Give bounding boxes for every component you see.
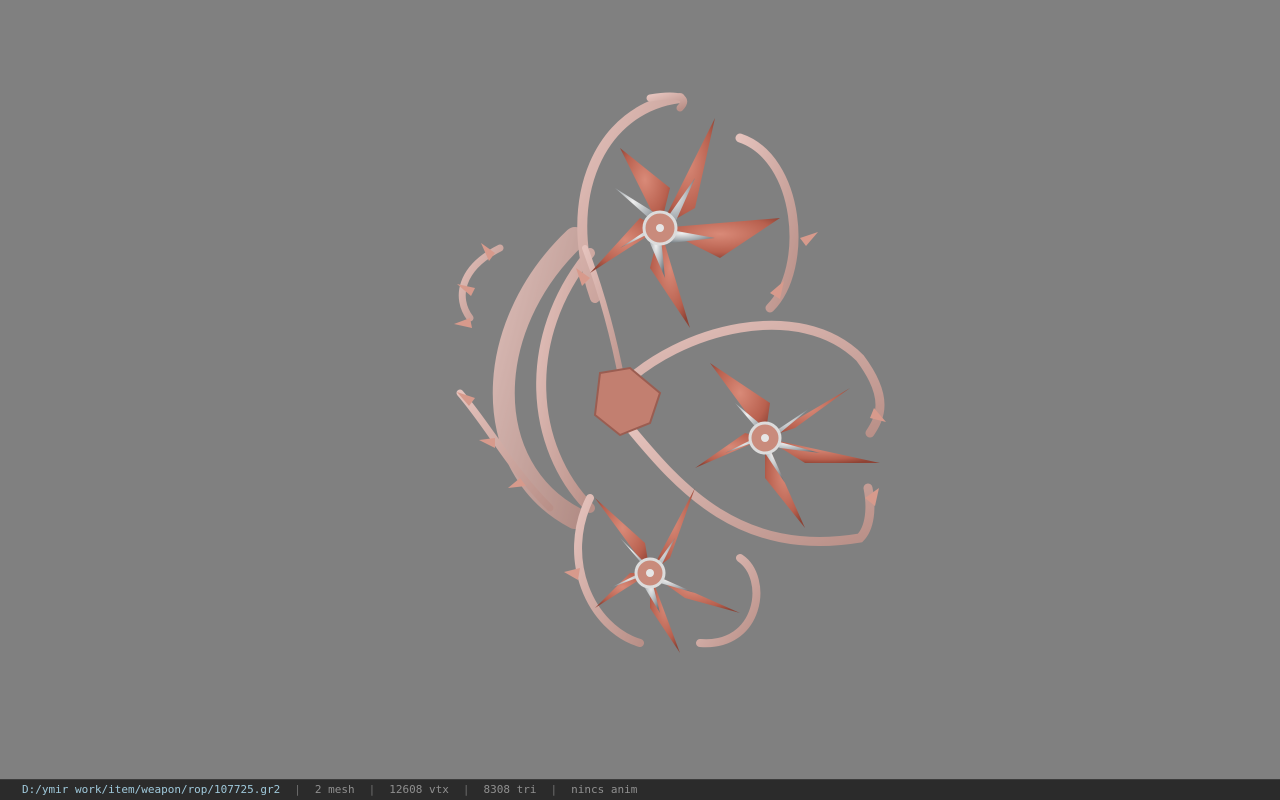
file-path: D:/ymir work/item/weapon/rop/107725.gr2 — [22, 783, 281, 796]
status-bar: D:/ymir work/item/weapon/rop/107725.gr2 |… — [0, 779, 1280, 800]
flower-right — [695, 363, 880, 528]
separator: | — [550, 783, 558, 796]
separator: | — [294, 783, 301, 796]
vertex-count: 12608 vtx — [389, 783, 449, 796]
center-bud — [593, 366, 662, 437]
model-render — [454, 92, 886, 653]
triangle-count: 8308 tri — [483, 783, 537, 796]
flower-top — [590, 118, 780, 328]
mesh-count: 2 mesh — [314, 783, 355, 796]
separator: | — [368, 783, 376, 796]
animation-status: nincs anim — [571, 783, 638, 796]
separator: | — [462, 783, 470, 796]
3d-viewport[interactable] — [0, 0, 1280, 779]
vine-group — [456, 92, 885, 648]
